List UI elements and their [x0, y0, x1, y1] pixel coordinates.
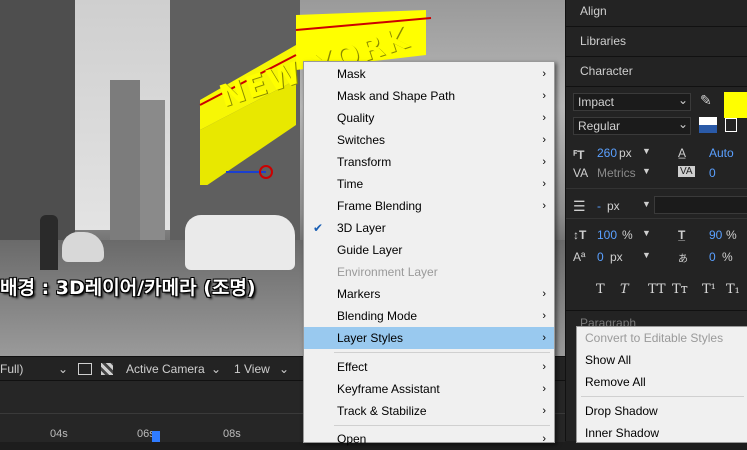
faux-bold-button[interactable]: T: [596, 282, 605, 297]
tracking-icon: VA: [678, 166, 695, 177]
menu-item-transform[interactable]: Transform ›: [304, 151, 554, 173]
horizontal-scale-value[interactable]: 90: [709, 228, 722, 242]
font-size-icon: ꟳT: [573, 148, 585, 162]
vertical-scale-value[interactable]: 100: [597, 228, 617, 242]
faux-italic-button[interactable]: T: [620, 282, 629, 297]
font-family-select[interactable]: Impact: [573, 93, 691, 111]
chevron-down-icon[interactable]: ⌄: [211, 361, 221, 377]
chevron-right-icon: ›: [542, 383, 546, 395]
menu-item-keyframe-assistant[interactable]: Keyframe Assistant ›: [304, 378, 554, 400]
stroke-width-unit: px: [607, 199, 620, 213]
baseline-shift-icon: Aª: [573, 250, 586, 264]
layer-styles-submenu: Convert to Editable Styles Show All Remo…: [576, 326, 747, 443]
menu-item-quality[interactable]: Quality ›: [304, 107, 554, 129]
menu-item-3d-layer[interactable]: ✔ 3D Layer: [304, 217, 554, 239]
menu-item-time[interactable]: Time ›: [304, 173, 554, 195]
chevron-down-icon[interactable]: ⌄: [58, 361, 68, 377]
libraries-panel-header[interactable]: Libraries: [580, 34, 626, 48]
chevron-right-icon: ›: [542, 178, 546, 190]
baseline-shift-unit: px: [610, 250, 623, 264]
chevron-right-icon: ›: [542, 200, 546, 212]
chevron-right-icon: ›: [542, 90, 546, 102]
time-ruler-label: 08s: [223, 428, 241, 440]
chevron-down-icon[interactable]: ▼: [642, 250, 651, 260]
chevron-right-icon: ›: [542, 134, 546, 146]
chevron-right-icon: ›: [542, 112, 546, 124]
stroke-style-select[interactable]: [654, 196, 747, 214]
menu-separator: [581, 396, 744, 397]
menu-item-blending-mode[interactable]: Blending Mode ›: [304, 305, 554, 327]
align-panel-header[interactable]: Align: [580, 4, 607, 18]
menu-item-markers[interactable]: Markers ›: [304, 283, 554, 305]
small-caps-button[interactable]: Tт: [672, 282, 688, 297]
playhead-handle[interactable]: [152, 431, 160, 442]
subscript-button[interactable]: T₁: [726, 282, 740, 297]
tsume-unit: %: [722, 250, 733, 264]
chevron-down-icon[interactable]: ▼: [642, 228, 651, 238]
font-size-value[interactable]: 260: [597, 146, 617, 160]
chevron-right-icon: ›: [542, 310, 546, 322]
menu-item-environment-layer: Environment Layer: [337, 265, 438, 279]
text-style-buttons: T T TT Tт T¹ T₁: [596, 282, 747, 298]
chevron-down-icon[interactable]: ▼: [642, 146, 651, 156]
menu-item-layer-styles[interactable]: Layer Styles ›: [304, 327, 554, 349]
submenu-item-remove-all[interactable]: Remove All: [585, 371, 646, 393]
tracking-value[interactable]: 0: [709, 166, 716, 180]
transparency-grid-icon[interactable]: [101, 363, 113, 375]
superscript-button[interactable]: T¹: [702, 282, 716, 297]
chevron-down-icon[interactable]: ▼: [642, 199, 651, 209]
menu-item-switches[interactable]: Switches ›: [304, 129, 554, 151]
time-ruler-label: 04s: [50, 428, 68, 440]
character-panel-header[interactable]: Character: [580, 64, 633, 78]
horizontal-scale-unit: %: [726, 228, 737, 242]
stroke-color-swatch[interactable]: [699, 117, 717, 133]
vertical-scale-icon: ↕T: [573, 228, 587, 242]
submenu-item-drop-shadow[interactable]: Drop Shadow: [585, 400, 658, 422]
leading-value[interactable]: Auto: [709, 146, 734, 160]
horizontal-scale-icon: T̲: [678, 228, 686, 242]
vertical-scale-unit: %: [622, 228, 633, 242]
region-of-interest-icon[interactable]: [78, 363, 92, 375]
chevron-right-icon: ›: [542, 405, 546, 417]
font-size-unit: px: [619, 146, 632, 160]
menu-item-track-and-stabilize[interactable]: Track & Stabilize ›: [304, 400, 554, 422]
resolution-dropdown[interactable]: Full): [0, 361, 23, 377]
chevron-down-icon[interactable]: ⌄: [279, 361, 289, 377]
stroke-width-icon: ☰: [573, 198, 586, 214]
kerning-value[interactable]: Metrics: [597, 166, 636, 180]
menu-item-guide-layer[interactable]: Guide Layer: [304, 239, 554, 261]
submenu-item-convert-to-editable-styles: Convert to Editable Styles: [585, 331, 724, 345]
no-stroke-icon[interactable]: [725, 118, 737, 132]
fill-color-swatch[interactable]: [724, 92, 747, 118]
menu-item-open[interactable]: Open ›: [304, 428, 554, 450]
chevron-right-icon: ›: [542, 361, 546, 373]
menu-item-mask[interactable]: Mask ›: [304, 63, 554, 85]
baseline-shift-value[interactable]: 0: [597, 250, 604, 264]
leading-icon: A̲: [678, 146, 687, 160]
eyedropper-icon[interactable]: ✎: [700, 92, 712, 109]
chevron-right-icon: ›: [542, 288, 546, 300]
kerning-icon: VA: [573, 166, 589, 180]
viewer-caption: 배경 : 3D레이어/카메라 (조명): [0, 277, 256, 299]
chevron-right-icon: ›: [542, 156, 546, 168]
chevron-right-icon: ›: [542, 68, 546, 80]
menu-item-frame-blending[interactable]: Frame Blending ›: [304, 195, 554, 217]
chevron-down-icon[interactable]: ▼: [642, 166, 651, 176]
view-layout-dropdown[interactable]: 1 View: [234, 361, 270, 377]
menu-item-mask-and-shape-path[interactable]: Mask and Shape Path ›: [304, 85, 554, 107]
chevron-right-icon: ›: [542, 433, 546, 445]
font-style-select[interactable]: Regular: [573, 117, 691, 135]
menu-item-effect[interactable]: Effect ›: [304, 356, 554, 378]
chevron-down-icon[interactable]: ⌄: [678, 93, 688, 107]
chevron-right-icon: ›: [542, 332, 546, 344]
stroke-width-value[interactable]: -: [597, 199, 601, 213]
checkmark-icon: ✔: [313, 221, 324, 235]
camera-view-dropdown[interactable]: Active Camera: [126, 361, 205, 377]
layer-context-menu: Mask › Mask and Shape Path › Quality › Swit…: [303, 61, 555, 446]
all-caps-button[interactable]: TT: [648, 282, 666, 297]
tsume-value[interactable]: 0: [709, 250, 716, 264]
chevron-down-icon[interactable]: ⌄: [678, 117, 688, 131]
submenu-item-show-all[interactable]: Show All: [585, 349, 631, 371]
tsume-icon: あ: [678, 254, 688, 265]
